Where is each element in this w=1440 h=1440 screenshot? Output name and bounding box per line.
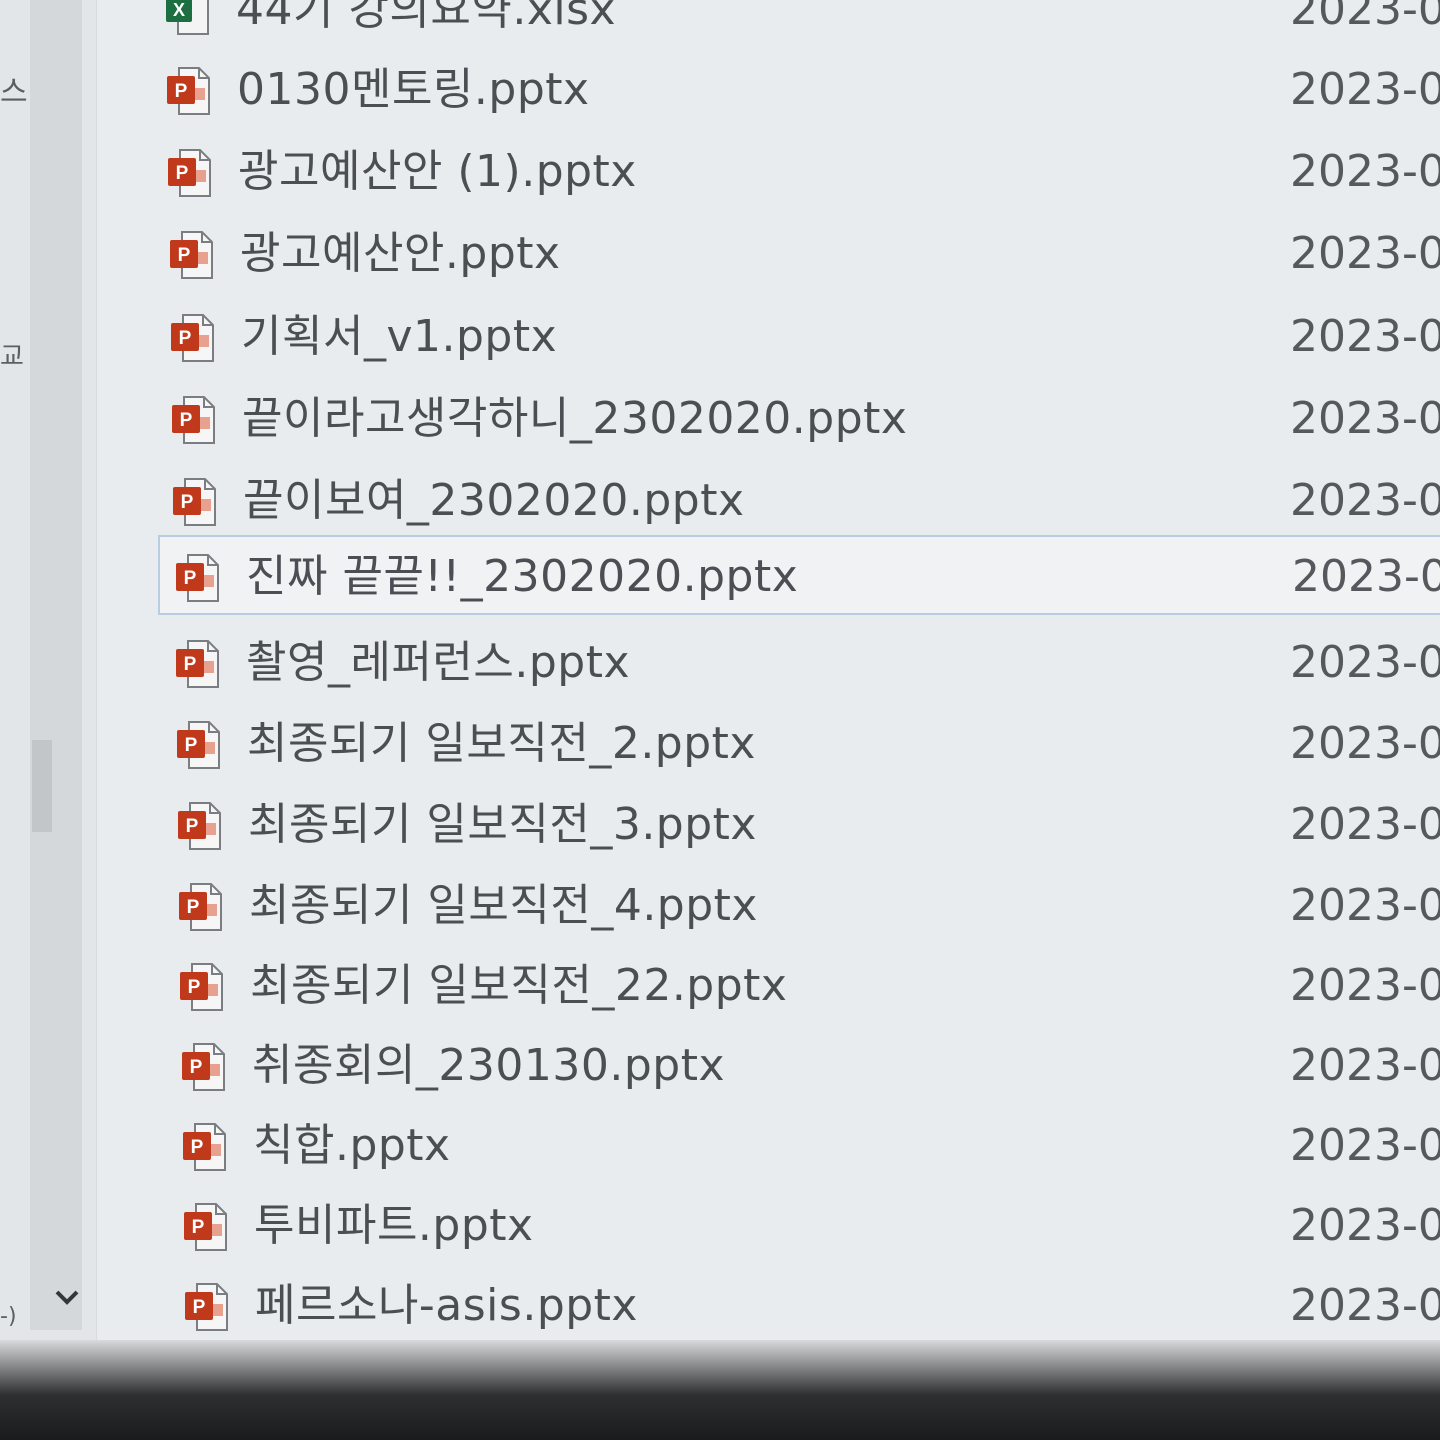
svg-text:P: P: [179, 328, 192, 349]
file-name: 취종회의_230130.pptx: [252, 1040, 726, 1091]
svg-text:P: P: [188, 977, 201, 998]
file-row[interactable]: P 최종되기 일보직전_4.pptx 2023-0: [163, 866, 1440, 946]
file-list: X 44기 강의요약.xlsx 2023-0 P 0130멘토링.pptx 2023-0 P…: [150, 0, 1440, 1340]
powerpoint-file-icon: P: [171, 477, 217, 527]
file-name: 광고예산안 (1).pptx: [238, 146, 637, 197]
powerpoint-file-icon: P: [168, 230, 214, 280]
file-name: 최종되기 일보직전_4.pptx: [249, 880, 758, 931]
file-row[interactable]: P 0130멘토링.pptx 2023-0: [151, 50, 1440, 130]
svg-text:X: X: [173, 0, 185, 20]
file-date-modified: 2023-0: [1290, 64, 1440, 115]
nav-scrollbar-thumb[interactable]: [32, 740, 52, 832]
powerpoint-file-icon: P: [165, 66, 211, 116]
powerpoint-file-icon: P: [182, 1202, 228, 1252]
powerpoint-file-icon: P: [180, 1042, 226, 1092]
svg-text:P: P: [178, 245, 191, 266]
powerpoint-file-icon: P: [176, 801, 222, 851]
powerpoint-file-icon: P: [181, 1122, 227, 1172]
svg-text:P: P: [191, 1137, 204, 1158]
svg-text:P: P: [190, 1057, 203, 1078]
powerpoint-file-icon: P: [170, 395, 216, 445]
powerpoint-file-icon: P: [174, 639, 220, 689]
powerpoint-file-icon: P: [174, 553, 220, 603]
file-row[interactable]: P 최종되기 일보직전_2.pptx 2023-0: [161, 704, 1440, 784]
nav-item-label[interactable]: 교: [0, 344, 24, 370]
powerpoint-file-icon: P: [169, 313, 215, 363]
svg-text:P: P: [180, 410, 193, 431]
powerpoint-file-icon: P: [178, 962, 224, 1012]
file-date-modified: 2023-0: [1290, 475, 1440, 526]
file-date-modified: 2023-0: [1290, 1200, 1440, 1251]
file-name: 광고예산안.pptx: [240, 228, 561, 279]
file-name: 0130멘토링.pptx: [237, 64, 590, 115]
nav-item-label[interactable]: -): [0, 1306, 17, 1328]
svg-text:P: P: [175, 81, 188, 102]
file-date-modified: 2023-0: [1290, 880, 1440, 931]
file-date-modified: 2023-0: [1290, 1040, 1440, 1091]
file-row[interactable]: P 최종되기 일보직전_3.pptx 2023-0: [162, 785, 1440, 865]
file-date-modified: 2023-0: [1290, 1120, 1440, 1171]
svg-text:P: P: [181, 492, 194, 513]
file-row[interactable]: P 광고예산안.pptx 2023-0: [154, 214, 1440, 294]
file-date-modified: 2023-0: [1290, 637, 1440, 688]
file-name: 기획서_v1.pptx: [241, 311, 558, 362]
file-row[interactable]: P 진짜 끝끝!!_2302020.pptx 2023-0: [158, 535, 1440, 615]
file-name: 최종되기 일보직전_2.pptx: [247, 718, 756, 769]
powerpoint-file-icon: P: [183, 1282, 229, 1332]
navigation-pane: 스 교 -): [0, 0, 97, 1340]
file-date-modified: 2023-0: [1290, 799, 1440, 850]
file-date-modified: 2023-0: [1290, 393, 1440, 444]
file-name: 투비파트.pptx: [254, 1200, 534, 1251]
powerpoint-file-icon: P: [175, 720, 221, 770]
nav-scrollbar-track[interactable]: [30, 0, 82, 1330]
file-date-modified: 2023-0: [1290, 1280, 1440, 1331]
file-name: 칙합.pptx: [253, 1120, 451, 1171]
file-date-modified: 2023-0: [1290, 311, 1440, 362]
svg-text:P: P: [184, 568, 197, 589]
file-name: 끝이라고생각하니_2302020.pptx: [242, 393, 908, 444]
powerpoint-file-icon: P: [177, 882, 223, 932]
file-row[interactable]: P 페르소나-asis.pptx 2023-0: [169, 1266, 1440, 1346]
file-row[interactable]: P 끝이라고생각하니_2302020.pptx 2023-0: [156, 379, 1440, 459]
file-date-modified: 2023-0: [1290, 0, 1440, 35]
file-row[interactable]: P 칙합.pptx 2023-0: [167, 1106, 1440, 1186]
file-name: 페르소나-asis.pptx: [255, 1280, 638, 1331]
file-date-modified: 2023-0: [1290, 718, 1440, 769]
file-date-modified: 2023-0: [1290, 146, 1440, 197]
svg-text:P: P: [186, 816, 199, 837]
file-date-modified: 2023-0: [1292, 551, 1440, 602]
file-date-modified: 2023-0: [1290, 228, 1440, 279]
nav-item-label[interactable]: 스: [0, 78, 28, 108]
file-row[interactable]: P 투비파트.pptx 2023-0: [168, 1186, 1440, 1266]
svg-text:P: P: [185, 735, 198, 756]
svg-text:P: P: [193, 1297, 206, 1318]
file-row[interactable]: P 취종회의_230130.pptx 2023-0: [166, 1026, 1440, 1106]
file-row[interactable]: P 최종되기 일보직전_22.pptx 2023-0: [164, 946, 1440, 1026]
file-name: 진짜 끝끝!!_2302020.pptx: [246, 551, 799, 602]
file-row[interactable]: P 촬영_레퍼런스.pptx 2023-0: [160, 623, 1440, 703]
excel-file-icon: X: [164, 0, 210, 36]
file-row[interactable]: X 44기 강의요약.xlsx 2023-0: [150, 0, 1440, 50]
svg-text:P: P: [184, 654, 197, 675]
file-row[interactable]: P 끝이보여_2302020.pptx 2023-0: [157, 461, 1440, 541]
svg-text:P: P: [176, 163, 189, 184]
file-name: 44기 강의요약.xlsx: [236, 0, 617, 35]
powerpoint-file-icon: P: [166, 148, 212, 198]
file-name: 최종되기 일보직전_22.pptx: [250, 960, 788, 1011]
monitor-bezel: [0, 1340, 1440, 1440]
chevron-down-icon[interactable]: [50, 1282, 84, 1316]
file-row[interactable]: P 광고예산안 (1).pptx 2023-0: [152, 132, 1440, 212]
svg-text:P: P: [192, 1217, 205, 1238]
file-row[interactable]: P 기획서_v1.pptx 2023-0: [155, 297, 1440, 377]
file-name: 촬영_레퍼런스.pptx: [246, 637, 631, 688]
file-name: 끝이보여_2302020.pptx: [243, 475, 745, 526]
svg-text:P: P: [187, 897, 200, 918]
file-date-modified: 2023-0: [1290, 960, 1440, 1011]
file-name: 최종되기 일보직전_3.pptx: [248, 799, 757, 850]
